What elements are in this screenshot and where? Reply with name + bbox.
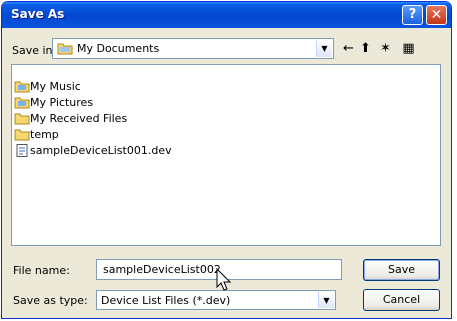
folder-icon xyxy=(14,113,30,125)
up-folder-icon[interactable]: ⬆ xyxy=(357,40,374,57)
help-button[interactable]: ? xyxy=(402,5,423,25)
back-icon[interactable]: ← xyxy=(340,40,357,57)
file-name-value: sampleDeviceList002 xyxy=(103,263,221,276)
list-item-label: My Music xyxy=(30,80,81,93)
music-folder-icon xyxy=(14,81,30,93)
mouse-cursor-icon xyxy=(216,268,232,291)
save-as-type-label: Save as type: xyxy=(13,294,88,307)
save-in-value: My Documents xyxy=(77,42,160,55)
list-item-label: sampleDeviceList001.dev xyxy=(30,144,172,157)
save-as-dialog: Save As ? ✕ Save in: My Documents ▼ ← ⬆ ✶ ▦… xyxy=(1,1,452,319)
list-item-label: My Received Files xyxy=(30,112,128,125)
pictures-folder-icon xyxy=(14,97,30,109)
save-as-type-value: Device List Files (*.dev) xyxy=(101,294,231,307)
folder-icon xyxy=(14,129,30,141)
file-name-label: File name: xyxy=(13,264,70,277)
list-item-label: temp xyxy=(30,128,59,141)
file-list[interactable]: My Music My Pictures My Received Files temp… xyxy=(11,64,441,246)
cancel-button[interactable]: Cancel xyxy=(363,289,440,311)
document-icon xyxy=(16,144,28,157)
save-in-dropdown[interactable]: My Documents ▼ xyxy=(52,38,334,59)
view-menu-icon[interactable]: ▦ xyxy=(400,40,417,57)
save-button[interactable]: Save xyxy=(363,259,440,281)
chevron-down-icon[interactable]: ▼ xyxy=(318,292,334,308)
title-bar[interactable]: Save As ? ✕ xyxy=(2,2,451,28)
chevron-down-icon[interactable]: ▼ xyxy=(316,40,332,57)
folder-icon xyxy=(57,43,73,55)
window-title: Save As xyxy=(11,7,65,21)
new-folder-icon[interactable]: ✶ xyxy=(377,40,394,57)
list-item-label: My Pictures xyxy=(30,96,94,109)
close-button[interactable]: ✕ xyxy=(426,5,447,25)
save-in-label: Save in: xyxy=(12,44,57,57)
